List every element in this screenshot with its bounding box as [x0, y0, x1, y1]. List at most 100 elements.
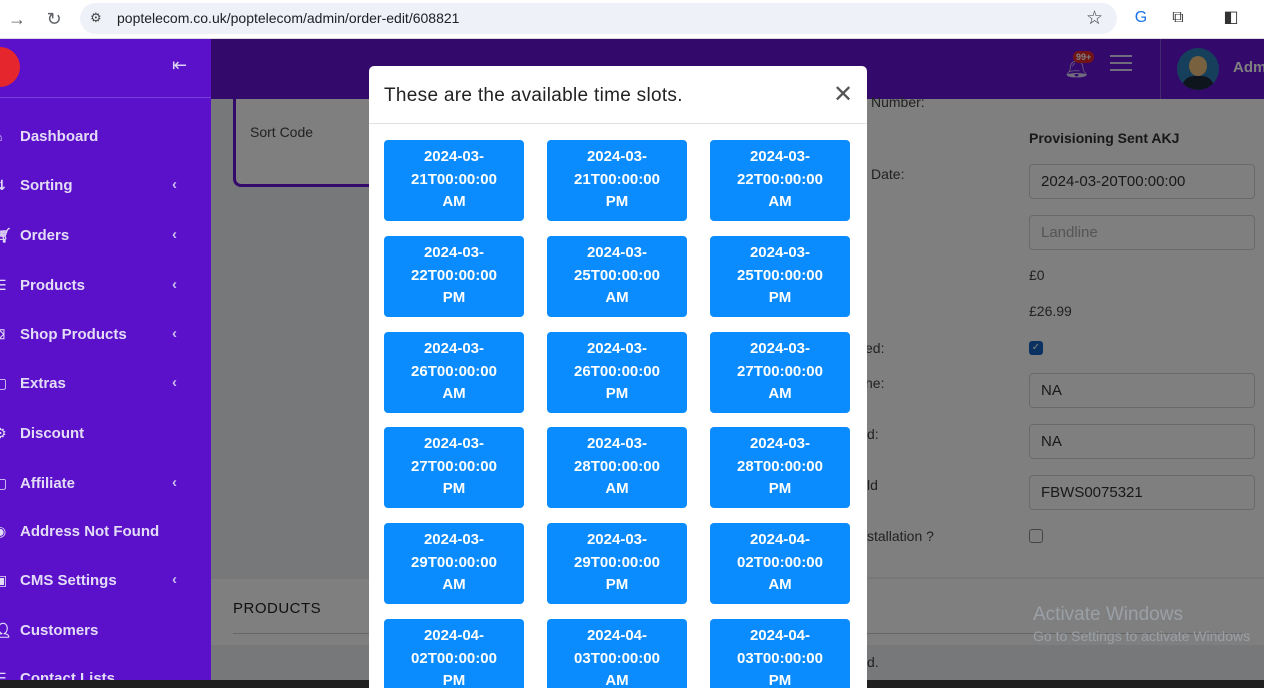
extensions-icon[interactable]: ⧉ — [1166, 6, 1190, 30]
time-slot-line: 2024-03- — [423, 340, 485, 357]
time-slot-line: PM — [768, 480, 792, 497]
close-icon[interactable]: ✕ — [833, 80, 853, 109]
side-panel-icon[interactable]: ◧ — [1219, 6, 1243, 30]
cms-icon: ▣ — [0, 572, 8, 588]
time-slot-button[interactable]: 2024-03- 28T00:00:00 AM — [547, 427, 687, 508]
time-slot-line: 28T00:00:00 — [737, 457, 823, 475]
time-slot-button[interactable]: 2024-03- 27T00:00:00 PM — [384, 427, 524, 508]
bookmark-star-icon[interactable]: ☆ — [1086, 7, 1103, 30]
time-slot-line: PM — [442, 480, 466, 497]
time-slot-button[interactable]: 2024-03- 26T00:00:00 AM — [384, 332, 524, 413]
forward-icon[interactable]: → — [4, 6, 30, 32]
time-slot-button[interactable]: 2024-03- 21T00:00:00 AM — [384, 140, 524, 221]
browser-chrome: → ↻ ⚙ poptelecom.co.uk/poptelecom/admin/… — [0, 0, 1264, 39]
time-slot-line: 26T00:00:00 — [411, 362, 497, 380]
time-slot-button[interactable]: 2024-03- 22T00:00:00 PM — [384, 236, 524, 317]
time-slot-line: PM — [442, 289, 466, 306]
square-icon: ▢ — [0, 375, 8, 391]
time-slot-line: 25T00:00:00 — [574, 266, 660, 284]
time-slot-line: 2024-03- — [586, 244, 648, 261]
time-slot-line: AM — [768, 385, 792, 402]
time-slot-button[interactable]: 2024-03- 26T00:00:00 PM — [547, 332, 687, 413]
sidebar-item-label: Affiliate — [20, 475, 76, 492]
time-slot-button[interactable]: 2024-03- 25T00:00:00 AM — [547, 236, 687, 317]
time-slot-line: 2024-04- — [423, 627, 485, 644]
time-slot-button[interactable]: 2024-03- 25T00:00:00 PM — [710, 236, 850, 317]
sidebar-item-address-not-found[interactable]: ◉ Address Not Found — [0, 516, 211, 548]
time-slot-line: PM — [605, 576, 629, 593]
time-slot-line: 22T00:00:00 — [411, 266, 497, 284]
chevron-left-icon: ‹ — [172, 474, 177, 491]
time-slot-button[interactable]: 2024-04- 02T00:00:00 PM — [384, 619, 524, 688]
list-icon: ☰ — [0, 277, 7, 293]
reload-icon[interactable]: ↻ — [41, 6, 67, 32]
time-slot-button[interactable]: 2024-03- 28T00:00:00 PM — [710, 427, 850, 508]
time-slot-line: 21T00:00:00 — [411, 170, 497, 188]
user-icon: 👤︎ — [0, 622, 12, 638]
chevron-left-icon: ‹ — [172, 276, 177, 293]
shop-icon: ⛋ — [0, 326, 8, 344]
time-slot-line: 21T00:00:00 — [574, 170, 660, 188]
sidebar-item-affiliate[interactable]: ▢ Affiliate ‹ — [0, 468, 211, 500]
time-slot-line: AM — [605, 480, 629, 497]
collapse-sidebar-icon[interactable]: ⇤ — [172, 55, 187, 76]
time-slot-button[interactable]: 2024-03- 29T00:00:00 PM — [547, 523, 687, 604]
activate-windows-title: Activate Windows — [1033, 604, 1183, 625]
sidebar-item-customers[interactable]: 👤︎ Customers — [0, 615, 211, 647]
sidebar-item-sorting[interactable]: ⇅ Sorting ‹ — [0, 170, 211, 202]
time-slot-button[interactable]: 2024-04- 03T00:00:00 PM — [710, 619, 850, 688]
time-slot-line: 27T00:00:00 — [411, 457, 497, 475]
time-slot-button[interactable]: 2024-04- 02T00:00:00 AM — [710, 523, 850, 604]
time-slot-line: PM — [768, 672, 792, 688]
chevron-left-icon: ‹ — [172, 226, 177, 243]
time-slot-line: 2024-03- — [749, 244, 811, 261]
address-bar[interactable]: ⚙ poptelecom.co.uk/poptelecom/admin/orde… — [80, 3, 1117, 34]
time-slot-line: 02T00:00:00 — [737, 553, 823, 571]
sidebar-item-shop-products[interactable]: ⛋ Shop Products ‹ — [0, 319, 211, 351]
time-slot-line: 2024-03- — [586, 148, 648, 165]
time-slot-button[interactable]: 2024-03- 21T00:00:00 PM — [547, 140, 687, 221]
time-slot-line: 2024-03- — [423, 244, 485, 261]
sidebar-item-label: Extras — [20, 375, 66, 392]
time-slot-line: 27T00:00:00 — [737, 362, 823, 380]
chevron-left-icon: ‹ — [172, 176, 177, 193]
time-slot-line: 2024-03- — [586, 531, 648, 548]
sidebar-item-products[interactable]: ☰ Products ‹ — [0, 270, 211, 302]
time-slot-line: 02T00:00:00 — [411, 649, 497, 667]
cart-icon: 🛒︎ — [0, 227, 12, 243]
sidebar: ⇤ ⌂ Dashboard ⇅ Sorting ‹ 🛒︎ Orders ‹ ☰ Products ‹… — [0, 39, 211, 688]
time-slot-button[interactable]: 2024-03- 29T00:00:00 AM — [384, 523, 524, 604]
sidebar-item-label: Orders — [20, 227, 70, 244]
time-slot-line: PM — [768, 289, 792, 306]
modal-title: These are the available time slots. — [384, 85, 683, 106]
sidebar-item-discount[interactable]: ⚙ Discount — [0, 418, 211, 450]
time-slot-button[interactable]: 2024-03- 22T00:00:00 AM — [710, 140, 850, 221]
sort-icon: ⇅ — [0, 177, 8, 195]
time-slot-line: AM — [442, 193, 466, 210]
sidebar-item-orders[interactable]: 🛒︎ Orders ‹ — [0, 220, 211, 252]
time-slot-button[interactable]: 2024-04- 03T00:00:00 AM — [547, 619, 687, 688]
time-slot-line: 2024-04- — [749, 627, 811, 644]
translate-icon[interactable]: G — [1129, 6, 1153, 30]
time-slot-line: 2024-03- — [423, 148, 485, 165]
sidebar-item-label: Sorting — [20, 177, 73, 194]
chevron-left-icon: ‹ — [172, 325, 177, 342]
sidebar-item-label: Shop Products — [20, 326, 127, 343]
time-slot-line: 25T00:00:00 — [737, 266, 823, 284]
sidebar-item-contact-lists[interactable]: ☰ Contact Lists — [0, 663, 211, 695]
time-slot-line: 28T00:00:00 — [574, 457, 660, 475]
gear-icon: ⚙ — [0, 425, 7, 441]
url-text[interactable]: poptelecom.co.uk/poptelecom/admin/order-… — [117, 10, 459, 26]
sidebar-item-dashboard[interactable]: ⌂ Dashboard — [0, 121, 211, 153]
time-slot-line: 2024-03- — [586, 435, 648, 452]
sidebar-item-label: CMS Settings — [20, 572, 117, 589]
sidebar-item-extras[interactable]: ▢ Extras ‹ — [0, 368, 211, 400]
site-info-icon[interactable]: ⚙ — [90, 10, 106, 26]
logo[interactable] — [0, 47, 20, 87]
time-slot-line: PM — [605, 385, 629, 402]
brand-area: ⇤ — [0, 39, 211, 98]
time-slot-line: 2024-03- — [423, 531, 485, 548]
time-slot-line: 22T00:00:00 — [737, 170, 823, 188]
time-slot-button[interactable]: 2024-03- 27T00:00:00 AM — [710, 332, 850, 413]
sidebar-item-cms-settings[interactable]: ▣ CMS Settings ‹ — [0, 565, 211, 597]
